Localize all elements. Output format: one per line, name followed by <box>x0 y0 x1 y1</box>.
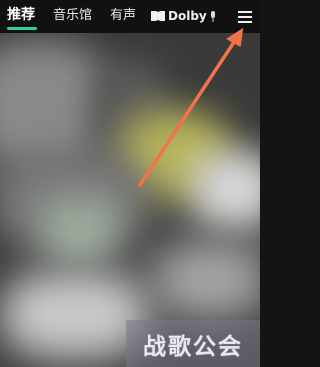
active-tab-indicator <box>7 27 37 30</box>
top-navigation-bar: 推荐 音乐馆 有声 Dolby <box>0 0 260 33</box>
menu-icon[interactable] <box>238 11 252 23</box>
blurred-block <box>190 150 260 230</box>
tab-music-hall[interactable]: 音乐馆 <box>53 8 92 24</box>
tab-recommend[interactable]: 推荐 <box>7 7 35 23</box>
blurred-block <box>40 200 120 260</box>
mic-icon[interactable] <box>210 11 216 22</box>
tab-audio[interactable]: 有声 <box>110 8 136 24</box>
watermark: 战歌公会 <box>126 320 260 367</box>
blurred-content-background <box>0 0 260 367</box>
tab-dolby[interactable]: Dolby <box>151 8 207 24</box>
watermark-text: 战歌公会 <box>143 333 243 360</box>
dolby-icon <box>151 11 165 21</box>
blurred-block <box>150 240 260 320</box>
dolby-label: Dolby <box>168 9 207 23</box>
